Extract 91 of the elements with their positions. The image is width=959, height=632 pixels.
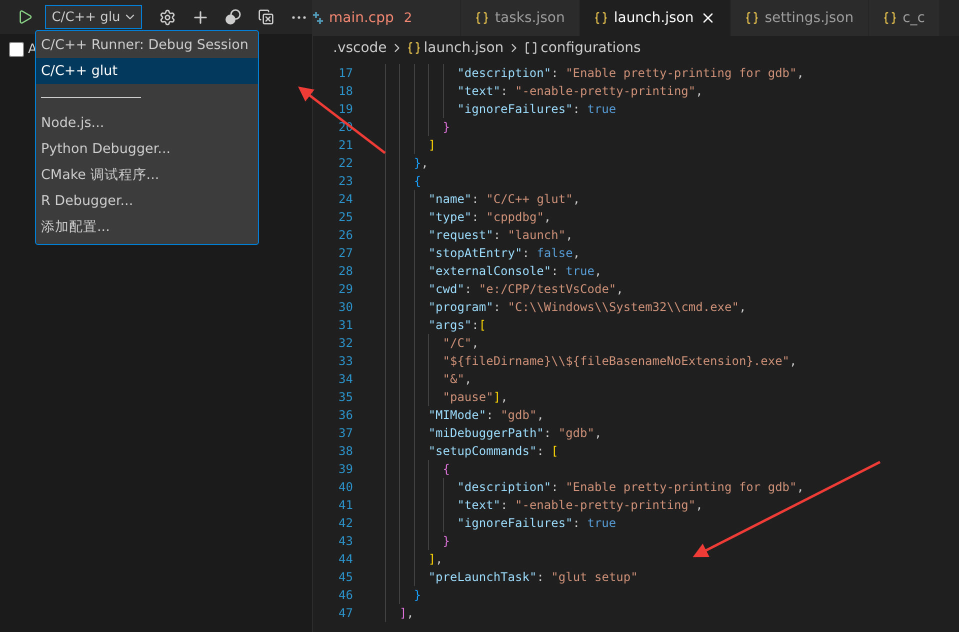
code-line: "name": "C/C++ glut",	[428, 192, 580, 206]
code-line: "pause"],	[442, 390, 508, 404]
problem-count: 2	[404, 10, 412, 26]
cpp-file-icon	[313, 12, 323, 24]
line-number: 37	[338, 426, 353, 440]
menu-option[interactable]: 添加配置...	[36, 214, 258, 240]
menu-option[interactable]: C/C++ glut	[36, 58, 258, 84]
code-line: "/C",	[442, 336, 479, 350]
editor-tab[interactable]: c_c	[868, 0, 940, 36]
line-number: 30	[338, 300, 353, 314]
configuration-dropdown[interactable]: C/C++ glu	[44, 5, 142, 29]
line-number: 28	[338, 264, 353, 278]
code-line: "cwd": "e:/CPP/testVsCode",	[428, 282, 624, 296]
line-number: 17	[338, 66, 353, 80]
menu-option[interactable]: CMake 调试程序...	[36, 162, 258, 188]
code-line: }	[414, 588, 422, 602]
editor-tab[interactable]: settings.json	[730, 0, 869, 36]
code-line: ],	[428, 552, 443, 566]
code-line: "program": "C:\\Windows\\System32\\cmd.exe",	[428, 300, 746, 314]
line-number: 46	[338, 588, 353, 602]
editor-tab[interactable]: launch.json	[580, 0, 731, 36]
play-icon	[17, 9, 34, 25]
code-line: "stopAtEntry": false,	[428, 246, 580, 260]
code-line: "externalConsole": true,	[428, 264, 602, 278]
line-number: 47	[338, 606, 353, 620]
braces-icon	[744, 11, 759, 25]
code-line: "request": "launch",	[428, 228, 573, 242]
line-number: 32	[338, 336, 353, 350]
line-number: 39	[338, 462, 353, 476]
line-number: 41	[338, 498, 353, 512]
editor-tab[interactable]: main.cpp 2	[313, 0, 461, 36]
braces-icon	[882, 11, 897, 25]
menu-option[interactable]: Node.js...	[36, 110, 258, 136]
braces-icon	[475, 11, 489, 25]
code-line: ]	[428, 138, 436, 152]
code-line: ],	[399, 606, 414, 620]
line-number: 18	[338, 84, 353, 98]
code-line: "args":[	[428, 318, 486, 332]
line-number: 27	[338, 246, 353, 260]
code-line: "ignoreFailures": true	[457, 516, 616, 530]
line-number: 23	[338, 174, 353, 188]
braces-icon	[594, 11, 608, 25]
line-number: 24	[338, 192, 353, 206]
menu-option[interactable]: Python Debugger...	[36, 136, 258, 162]
code-line: "${fileDirname}\\${fileBasenameNoExtension}.exe",	[442, 354, 797, 368]
brackets-icon	[524, 41, 538, 55]
settings-icon	[159, 8, 176, 26]
code-line: "&",	[442, 372, 472, 386]
code-line: "description": "Enable pretty-printing for gdb",	[457, 480, 804, 494]
line-number: 45	[338, 570, 353, 584]
circles-icon	[224, 8, 242, 26]
line-number: 35	[338, 390, 353, 404]
line-number: 38	[338, 444, 353, 458]
editor-tab[interactable]: tasks.json	[461, 0, 580, 36]
code-line: }	[442, 120, 450, 134]
code-line: "text": "-enable-pretty-printing",	[457, 84, 703, 98]
ellipsis-icon	[292, 16, 306, 18]
line-number: 44	[338, 552, 353, 566]
code-line: "MIMode": "gdb",	[428, 408, 544, 422]
code-line: }	[442, 534, 450, 548]
line-number: 33	[338, 354, 353, 368]
line-number: 29	[338, 282, 353, 296]
line-number: 22	[338, 156, 353, 170]
checkbox[interactable]	[9, 42, 24, 57]
line-number: 26	[338, 228, 353, 242]
line-number: 42	[338, 516, 353, 530]
code-line: "text": "-enable-pretty-printing",	[457, 498, 703, 512]
breadcrumb-item[interactable]: .vscode	[333, 40, 387, 56]
code-line: "miDebuggerPath": "gdb",	[428, 426, 602, 440]
line-number: 31	[338, 318, 353, 332]
code-line: "description": "Enable pretty-printing for gdb",	[457, 66, 804, 80]
code-line: {	[442, 462, 450, 476]
braces-icon	[406, 41, 421, 55]
breadcrumb-item[interactable]: configurations	[540, 40, 641, 56]
code-line: "ignoreFailures": true	[457, 102, 616, 116]
menu-option[interactable]: R Debugger...	[36, 188, 258, 214]
code-line: "type": "cppdbg",	[428, 210, 552, 224]
code-line: {	[414, 174, 422, 188]
line-number: 25	[338, 210, 353, 224]
copy-x-icon	[258, 9, 274, 25]
line-number: 36	[338, 408, 353, 422]
menu-option[interactable]: C/C++ Runner: Debug Session	[36, 32, 258, 58]
breadcrumb-item[interactable]: launch.json	[424, 40, 504, 56]
line-number: 19	[338, 102, 353, 116]
code-line: "preLaunchTask": "glut setup"	[428, 570, 638, 584]
line-number: 40	[338, 480, 353, 494]
line-number: 21	[338, 138, 353, 152]
line-number: 34	[338, 372, 353, 386]
code-line: },	[414, 156, 428, 170]
line-number: 43	[338, 534, 353, 548]
code-line: "setupCommands": [	[428, 444, 558, 458]
